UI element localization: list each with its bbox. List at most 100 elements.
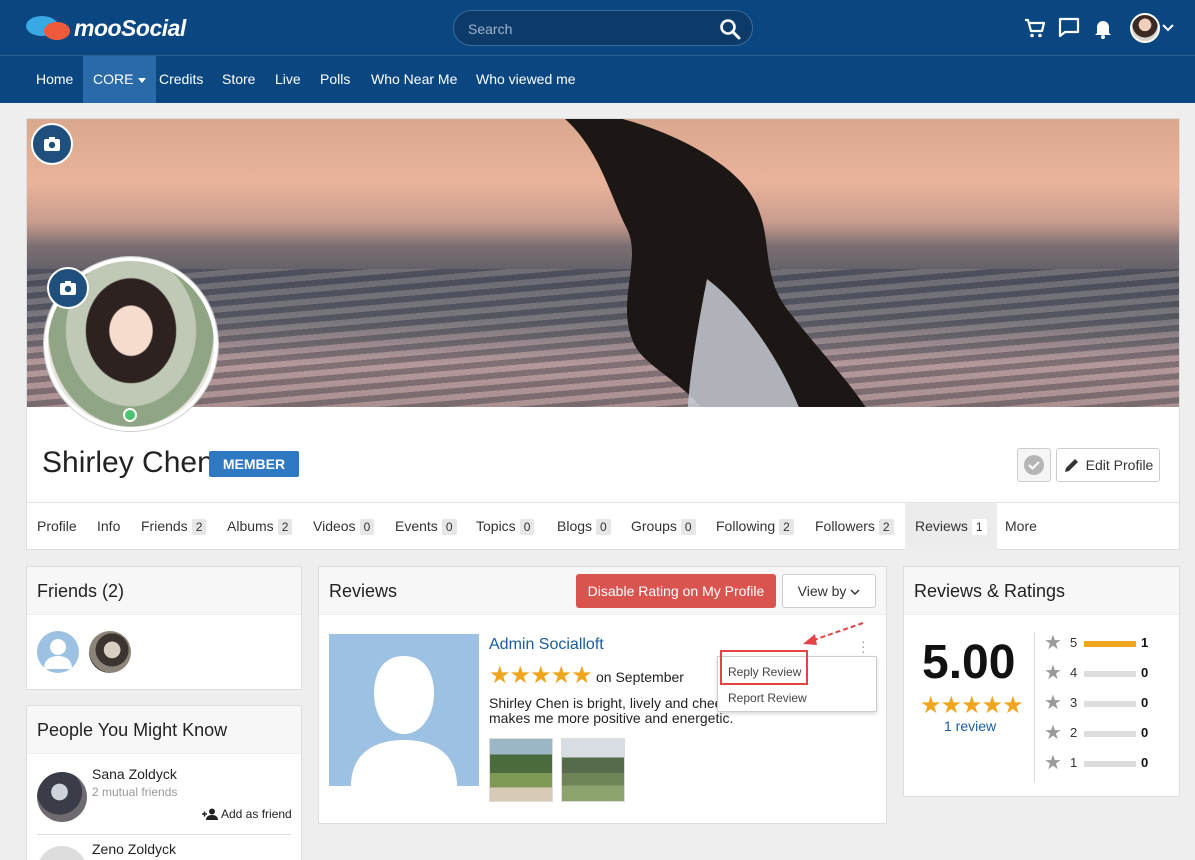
nav-polls[interactable]: Polls <box>320 56 350 103</box>
nav-core-label: CORE <box>93 71 134 87</box>
search-input[interactable] <box>468 19 708 39</box>
person-avatar[interactable] <box>37 846 87 860</box>
person-name[interactable]: Zeno Zoldyck <box>92 841 176 857</box>
star-icon: ★ <box>1044 692 1062 714</box>
tab-events[interactable]: Events 0 <box>395 503 457 551</box>
nav-core[interactable]: CORE <box>83 56 157 103</box>
rating-level: 4 <box>1070 665 1078 680</box>
friends-box: Friends (2) <box>26 566 302 690</box>
avatar[interactable] <box>1130 13 1160 43</box>
search-bar <box>453 10 753 46</box>
nav-who-viewed-me[interactable]: Who viewed me <box>476 56 576 103</box>
tab-followers[interactable]: Followers 2 <box>815 503 894 551</box>
tab-label: Events <box>395 518 438 534</box>
view-by-dropdown[interactable]: View by <box>782 574 876 608</box>
reviewer-name[interactable]: Admin Socialloft <box>489 636 604 654</box>
tab-groups[interactable]: Groups 0 <box>631 503 696 551</box>
chevron-down-icon[interactable] <box>1162 22 1174 34</box>
rating-level: 1 <box>1070 755 1078 770</box>
tab-label: Groups <box>631 518 677 534</box>
cart-icon[interactable] <box>1023 16 1047 40</box>
tab-count: 0 <box>680 519 696 535</box>
tab-info[interactable]: Info <box>97 503 120 551</box>
tab-count: 2 <box>277 519 293 535</box>
disable-rating-button[interactable]: Disable Rating on My Profile <box>576 574 776 608</box>
tab-blogs[interactable]: Blogs 0 <box>557 503 611 551</box>
nav-home[interactable]: Home <box>36 56 73 103</box>
reviewer-avatar[interactable] <box>329 634 479 786</box>
tab-count: 0 <box>519 519 535 535</box>
tab-more[interactable]: More <box>1005 503 1037 551</box>
user-placeholder-icon <box>44 639 72 669</box>
profile-tabs: Profile Info Friends 2 Albums 2 Videos 0 Ev… <box>27 502 1179 551</box>
rating-row-4: ★ 4 0 <box>1044 661 1174 685</box>
avatar-camera-button[interactable] <box>47 267 89 309</box>
chat-icon[interactable] <box>1057 16 1081 40</box>
nav-credits[interactable]: Credits <box>159 56 203 103</box>
tab-count: 2 <box>191 519 207 535</box>
nav-store[interactable]: Store <box>222 56 255 103</box>
tab-label: Blogs <box>557 518 593 534</box>
edit-profile-button[interactable]: Edit Profile <box>1056 448 1160 482</box>
nav-who-near-me[interactable]: Who Near Me <box>371 56 457 103</box>
tab-count: 0 <box>359 519 375 535</box>
rating-row-5: ★ 5 1 <box>1044 631 1174 655</box>
tab-following[interactable]: Following 2 <box>716 503 794 551</box>
add-friend-button[interactable]: Add as friend <box>202 807 292 821</box>
add-user-icon <box>202 808 218 820</box>
tab-videos[interactable]: Videos 0 <box>313 503 375 551</box>
tab-label: Topics <box>476 518 516 534</box>
cover-figure <box>564 119 866 407</box>
rating-row-2: ★ 2 0 <box>1044 721 1174 745</box>
friend-avatar[interactable] <box>89 631 131 673</box>
tab-label: Profile <box>37 518 77 534</box>
tab-count: 2 <box>878 519 894 535</box>
tab-friends[interactable]: Friends 2 <box>141 503 207 551</box>
review-photo[interactable] <box>489 738 553 802</box>
tab-albums[interactable]: Albums 2 <box>227 503 293 551</box>
rating-bar <box>1084 701 1136 707</box>
tab-label: More <box>1005 518 1037 534</box>
tab-label: Following <box>716 518 776 534</box>
report-review-item[interactable]: Report Review <box>728 691 807 705</box>
friend-avatar[interactable] <box>37 631 79 673</box>
tab-count: 0 <box>441 519 457 535</box>
site-logo[interactable]: mooSocial <box>26 14 186 42</box>
people-you-might-know-box: People You Might Know Sana Zoldyck 2 mut… <box>26 705 302 860</box>
status-button[interactable] <box>1017 448 1051 482</box>
view-by-label: View by <box>797 583 847 599</box>
tab-count: 2 <box>779 519 794 535</box>
nav-live[interactable]: Live <box>275 56 301 103</box>
tab-profile[interactable]: Profile <box>37 503 77 551</box>
profile-name: Shirley Chen <box>42 446 214 479</box>
person-avatar[interactable] <box>37 772 87 822</box>
average-score: 5.00 <box>922 636 1016 689</box>
tab-count: 0 <box>596 519 611 535</box>
divider <box>37 834 291 835</box>
star-icon: ★ <box>1044 632 1062 654</box>
camera-icon <box>44 137 60 151</box>
review-count-link[interactable]: 1 review <box>944 718 996 734</box>
arrow-annotation <box>803 622 864 645</box>
search-icon[interactable] <box>718 17 742 41</box>
rating-count: 0 <box>1141 755 1149 770</box>
check-circle-icon <box>1024 455 1044 475</box>
rating-count: 0 <box>1141 695 1149 710</box>
member-badge: MEMBER <box>209 451 299 477</box>
rating-count: 0 <box>1141 665 1149 680</box>
rating-level: 2 <box>1070 725 1078 740</box>
person-name[interactable]: Sana Zoldyck <box>92 766 177 782</box>
review-photo[interactable] <box>561 738 625 802</box>
rating-bar <box>1084 761 1136 767</box>
main-nav: Home CORE Credits Store Live Polls Who N… <box>0 56 1195 103</box>
rating-bar <box>1084 671 1136 677</box>
rating-count: 1 <box>1141 635 1149 650</box>
cover-camera-button[interactable] <box>31 123 73 165</box>
star-icon: ★ <box>1044 722 1062 744</box>
bell-icon[interactable] <box>1091 16 1115 40</box>
tab-topics[interactable]: Topics 0 <box>476 503 535 551</box>
user-placeholder-icon <box>351 656 457 786</box>
profile-card: Shirley Chen MEMBER Edit Profile Profile… <box>26 118 1180 551</box>
tab-reviews[interactable]: Reviews 1 <box>905 503 997 551</box>
tab-label: Followers <box>815 518 875 534</box>
